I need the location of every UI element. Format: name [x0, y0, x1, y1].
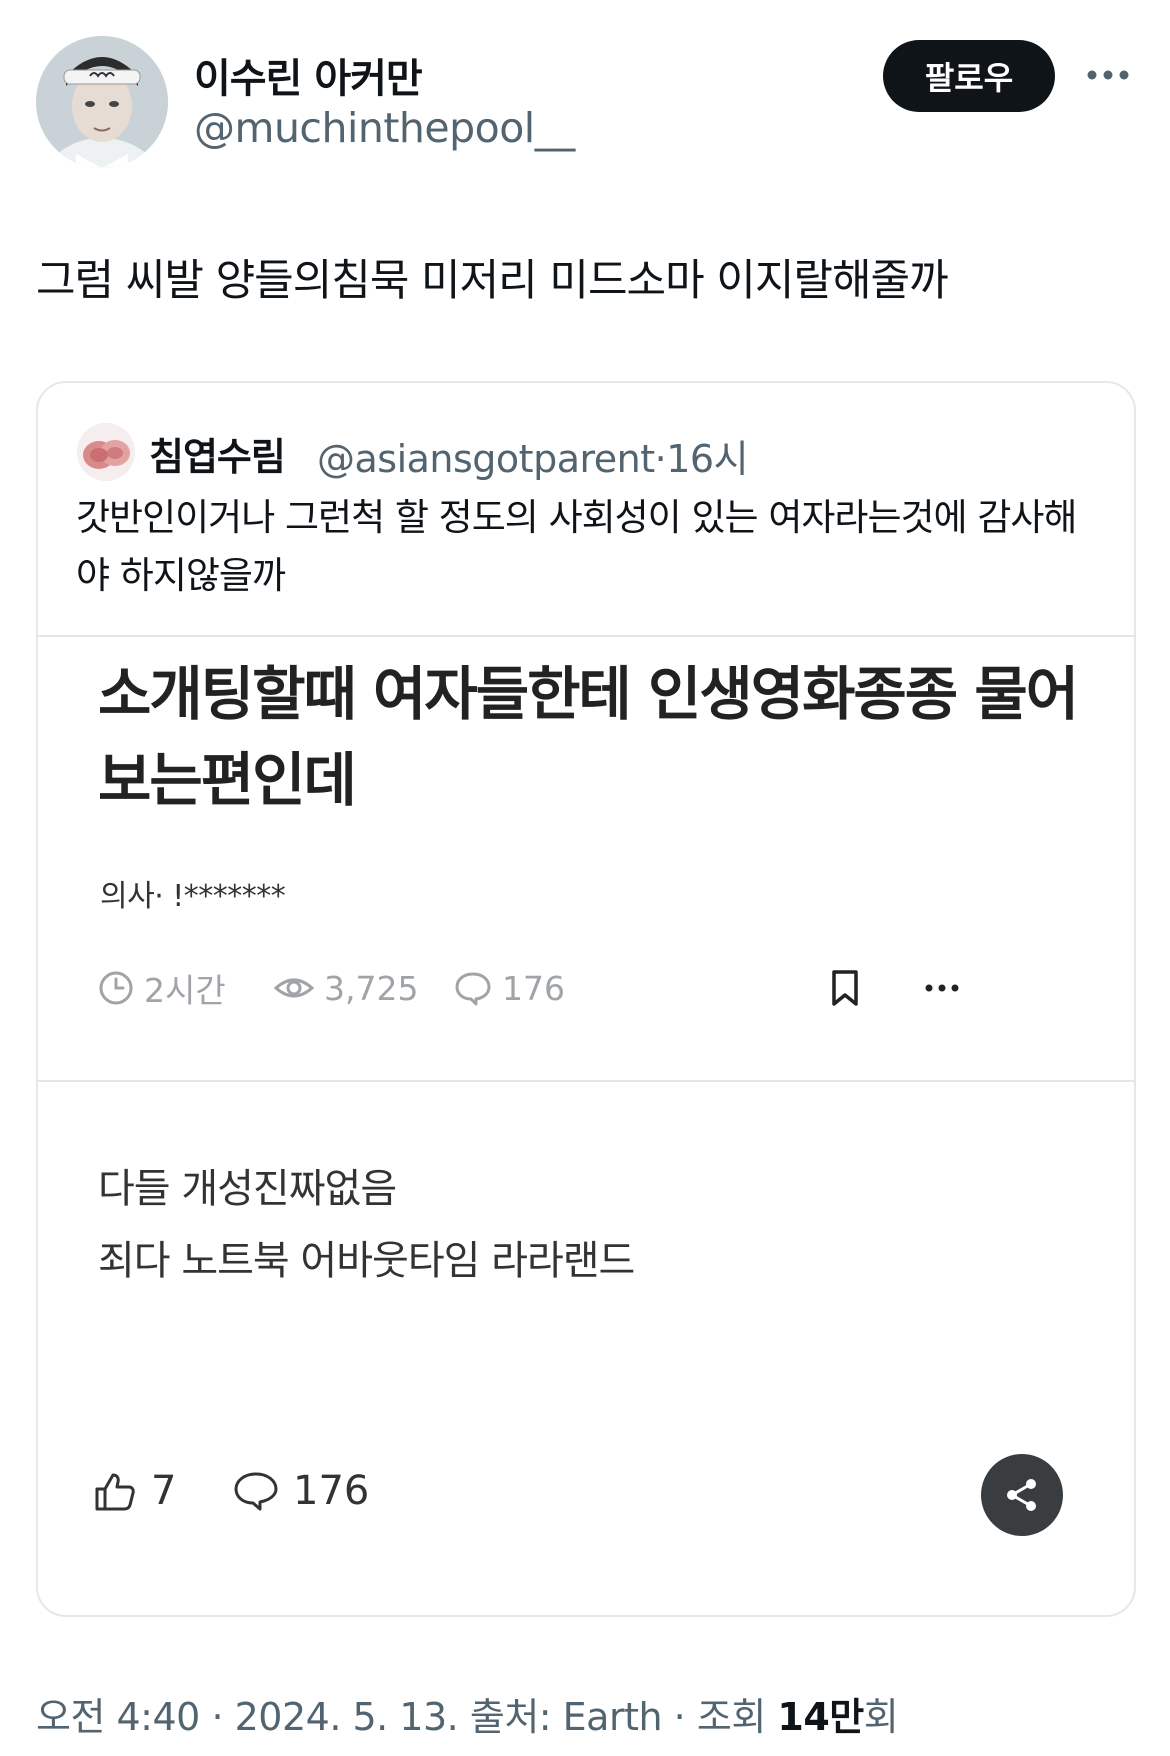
quoted-handle: @asiansgotparent	[317, 437, 655, 481]
speech-bubble-icon	[455, 972, 491, 1006]
like-button[interactable]: 7	[93, 1463, 176, 1519]
post-title: 소개팅할때 여자들한테 인생영화종종 물어보는편인데	[98, 660, 1079, 814]
divider	[38, 635, 1134, 637]
speech-bubble-icon	[234, 1472, 278, 1511]
meat-avatar-image	[77, 423, 135, 481]
thumbs-up-icon	[95, 1473, 135, 1511]
more-options-icon[interactable]	[1084, 58, 1132, 92]
comment-text: 다들 개성진짜없음 죄다 노트북 어바웃타임 라라랜드	[98, 1153, 635, 1297]
like-count: 7	[151, 1468, 177, 1514]
share-icon	[1007, 1479, 1036, 1511]
quoted-tweet-text: 갓반인이거나 그런척 할 정도의 사회성이 있는 여자라는것에 감사해야 하지않…	[76, 496, 1077, 597]
quoted-time: 16시	[666, 437, 749, 481]
post-meta-row: 2시간 3,725 176	[98, 965, 1088, 1011]
quoted-display-name: 침엽수림	[149, 435, 286, 479]
meta-dot: ·	[673, 1695, 686, 1739]
post-time-label: 2시간	[144, 971, 226, 1010]
follow-button[interactable]: 팔로우	[883, 40, 1055, 112]
post-time: 2시간	[98, 965, 226, 1011]
post-comments: 176	[454, 965, 565, 1011]
comment-button[interactable]: 176	[233, 1463, 369, 1519]
quoted-tweet-card[interactable]: 침엽수림 @asiansgotparent·16시 갓반인이거나 그런척 할 정…	[36, 381, 1136, 1617]
post-comments-label: 176	[502, 968, 565, 1008]
tweet-text: 그럼 씨발 양들의침묵 미저리 미드소마 이지랄해줄까	[36, 256, 949, 306]
post-views: 3,725	[274, 965, 418, 1011]
views-prefix: 조회	[696, 1695, 766, 1739]
author-avatar[interactable]	[36, 36, 168, 168]
views-suffix: 회	[863, 1695, 899, 1739]
tweet-time[interactable]: 오전 4:40	[36, 1695, 200, 1739]
eye-icon	[274, 978, 314, 998]
comment-line: 죄다 노트북 어바웃타임 라라랜드	[98, 1238, 635, 1284]
tweet-date[interactable]: 2024. 5. 13.	[235, 1695, 459, 1739]
post-more-icon[interactable]	[924, 965, 960, 1011]
author-handle[interactable]: @muchinthepool__	[194, 104, 575, 152]
clock-icon	[99, 971, 133, 1005]
comment-count: 176	[293, 1468, 370, 1514]
quoted-handle-time: @asiansgotparent·16시	[317, 428, 749, 483]
divider	[38, 1080, 1134, 1082]
quoted-separator: ·	[654, 437, 667, 481]
post-views-label: 3,725	[324, 968, 419, 1008]
author-display-name[interactable]: 이수린 아커만	[194, 46, 423, 104]
tweet-meta: 오전 4:40 · 2024. 5. 13. 출처: Earth · 조회 14…	[36, 1686, 899, 1741]
meta-dot: ·	[211, 1695, 224, 1739]
bookmark-icon[interactable]	[828, 965, 862, 1011]
comment-line: 다들 개성진짜없음	[98, 1166, 397, 1212]
tweet-source: 출처: Earth	[469, 1695, 663, 1739]
share-button[interactable]	[981, 1454, 1063, 1536]
views-count: 14만	[777, 1695, 864, 1739]
quoted-author-avatar	[77, 423, 135, 481]
avatar-portrait-image	[36, 36, 168, 168]
post-author: 의사· !*******	[100, 879, 286, 914]
